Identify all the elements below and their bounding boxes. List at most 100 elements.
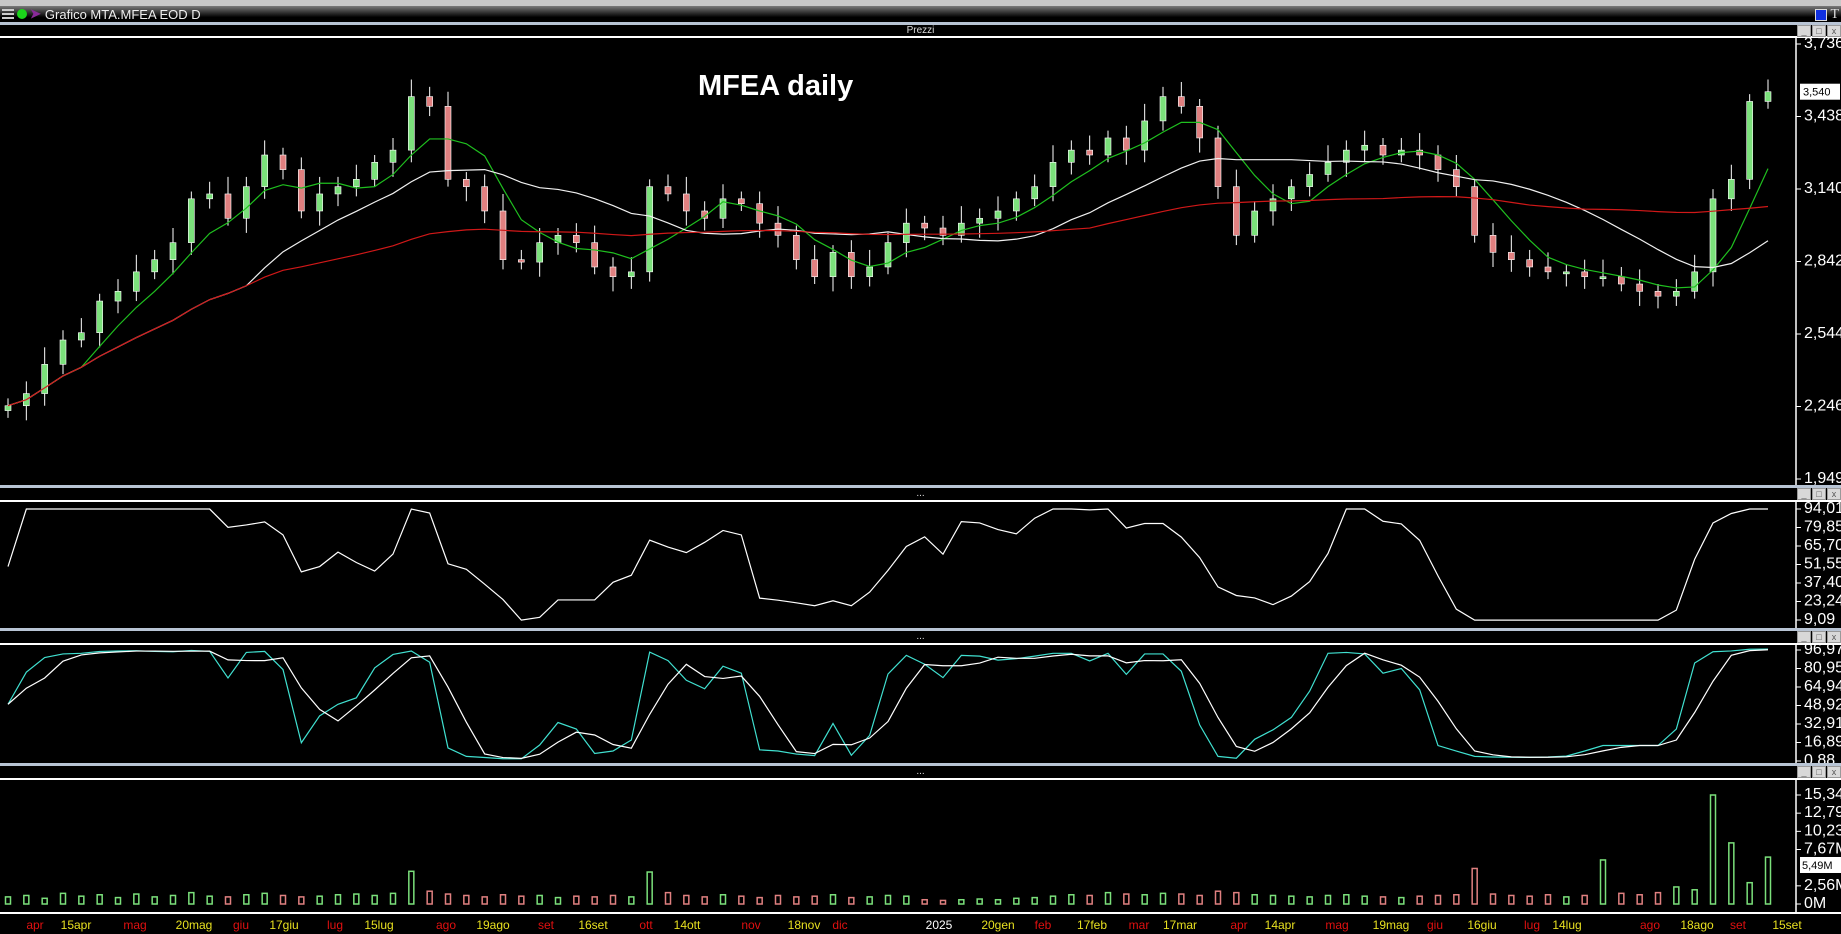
color-square-icon[interactable] <box>1815 9 1828 21</box>
volume-bar <box>133 893 140 905</box>
y-tick-label: 2,842 <box>1804 253 1841 270</box>
volume-bar <box>536 894 543 905</box>
volume-bar <box>1544 894 1552 905</box>
minimize-button[interactable]: _ <box>1797 488 1811 500</box>
candle-up <box>169 242 177 260</box>
volume-bar <box>1141 894 1148 905</box>
candle-up <box>1013 198 1020 212</box>
x-tick-label: giu <box>1426 918 1444 932</box>
y-tick-label: 96,97 <box>1804 641 1841 658</box>
volume-bar <box>1104 891 1112 905</box>
y-tick-label: 0M <box>1804 895 1826 912</box>
volume-bar <box>1306 896 1313 905</box>
volume-bar <box>1086 894 1093 905</box>
candle-up <box>1599 276 1607 280</box>
candle-up <box>628 271 635 278</box>
volume-bar <box>1526 895 1533 905</box>
candle-down <box>848 252 855 278</box>
candle-down <box>499 210 507 260</box>
text-tool-button[interactable]: T <box>1830 7 1839 23</box>
volume-bar <box>23 894 30 905</box>
volume-bar <box>573 895 580 905</box>
volume-bar <box>1746 881 1753 905</box>
candle-down <box>1581 271 1588 278</box>
candle-down <box>1233 186 1240 236</box>
x-tick-label: 2025 <box>925 918 953 932</box>
volume-bar <box>96 894 103 905</box>
candle-down <box>224 193 232 219</box>
volume-bar <box>1636 894 1643 905</box>
volume-bar <box>591 896 598 905</box>
volume-bar <box>1269 894 1277 905</box>
oscillator-chart[interactable]: 94,01 79,8565,70 51,5537,40 23,249,09 <box>0 500 1841 628</box>
volume-bar <box>793 896 800 905</box>
candle-up <box>1764 91 1772 102</box>
candle-down <box>811 259 818 278</box>
title-bar: ➤ Grafico MTA.MFEA EOD D T <box>0 6 1841 22</box>
y-tick-label: 23,24 <box>1804 593 1841 610</box>
close-button[interactable]: x <box>1827 766 1841 778</box>
y-tick-label: 94,01 <box>1804 500 1841 517</box>
volume-bar <box>683 894 690 905</box>
y-tick-label: 2,544 <box>1804 325 1841 342</box>
candle-down <box>1214 137 1222 187</box>
stochastic-chart[interactable]: 96,9780,9564,9448,9232,9116,890,88 <box>0 641 1841 769</box>
y-tick-label: 64,94 <box>1804 678 1841 695</box>
volume-bar <box>151 896 158 905</box>
ma-slow-line <box>7 196 1769 407</box>
volume-bar <box>1618 892 1625 905</box>
x-tick-label: set <box>1729 918 1747 932</box>
volume-chart[interactable]: 15,34M12,79M10,23M 7,67M 2,56M0M 5,49M <box>0 780 1841 912</box>
volume-bar <box>279 894 287 905</box>
volume-bar <box>939 899 947 905</box>
volume-bar <box>334 894 342 905</box>
ma-mid-line <box>7 157 1769 407</box>
volume-bar <box>774 894 782 905</box>
volume-bar <box>1563 896 1570 905</box>
candle-down <box>683 193 690 212</box>
volume-bar <box>1489 893 1497 905</box>
candle-down <box>1471 186 1478 236</box>
panel-handle[interactable]: ... <box>916 631 924 642</box>
price-chart[interactable]: 3,7363,4383,1402,8422,5442,2461,9493,540 <box>0 35 1841 487</box>
candle-up <box>206 193 213 200</box>
volume-bar <box>903 895 910 905</box>
candle-up <box>1068 149 1075 163</box>
panel-handle[interactable]: ... <box>916 488 924 499</box>
candle-down <box>1618 276 1625 285</box>
candle-up <box>188 198 195 243</box>
volume-bar <box>1049 895 1057 905</box>
volume-bar <box>206 895 213 905</box>
volume-bar <box>1068 894 1075 905</box>
candle-up <box>408 96 415 151</box>
candle-up <box>114 291 122 302</box>
y-tick-label: 32,91 <box>1804 715 1841 732</box>
x-tick-label: 19mag <box>1372 918 1410 932</box>
volume-bar <box>1361 895 1368 905</box>
y-tick-label: 2,246 <box>1804 398 1841 415</box>
candle-down <box>756 203 763 224</box>
x-tick-label: 16set <box>578 918 608 932</box>
x-tick-label: 14apr <box>1264 918 1296 932</box>
x-tick-label: ago <box>435 918 457 932</box>
play-arrow-icon[interactable]: ➤ <box>30 6 41 22</box>
candle-up <box>334 186 342 195</box>
candle-up <box>1343 149 1350 163</box>
menu-icon[interactable] <box>2 9 14 19</box>
volume-bar <box>4 896 12 905</box>
candle-down <box>1508 252 1515 260</box>
maximize-button[interactable]: □ <box>1812 766 1826 778</box>
minimize-button[interactable]: _ <box>1797 766 1811 778</box>
candle-up <box>316 193 323 212</box>
volume-bar <box>884 894 892 905</box>
volume-bar <box>353 893 360 905</box>
panel-handle[interactable]: ... <box>916 766 924 777</box>
volume-bar <box>1214 890 1222 905</box>
close-button[interactable]: x <box>1827 488 1841 500</box>
volume-bar <box>1654 891 1662 905</box>
volume-bar <box>1123 893 1130 905</box>
x-tick-label: apr <box>1230 918 1248 932</box>
volume-bar <box>1343 894 1350 905</box>
volume-bar <box>994 898 1002 905</box>
maximize-button[interactable]: □ <box>1812 488 1826 500</box>
